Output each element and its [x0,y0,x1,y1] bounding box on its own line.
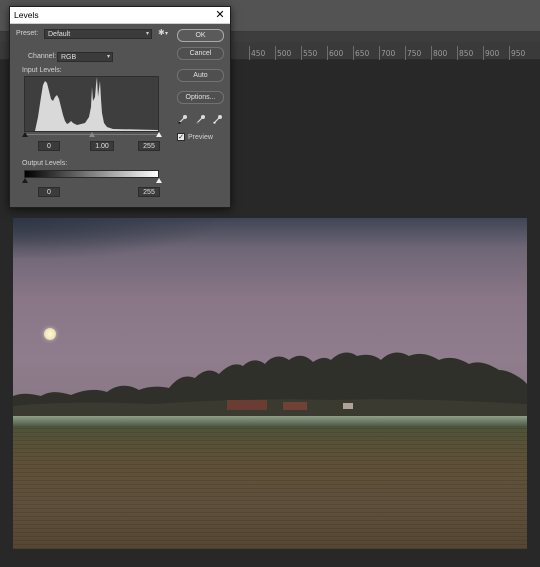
preset-dropdown[interactable]: Default ▾ [44,29,152,39]
ruler-label: 850 [459,49,474,58]
treeline [13,352,527,420]
output-white-field[interactable]: 255 [138,187,160,197]
ruler-tick [301,46,302,60]
close-icon[interactable]: ✕ [214,8,226,21]
ruler-label: 750 [407,49,422,58]
white-eyedropper-icon[interactable] [213,114,223,124]
preset-label: Preset: [16,30,39,37]
levels-dialog: Levels ✕ Preset: Default ▾ ✱ ▾ Channel: … [9,6,231,208]
ruler-tick [327,46,328,60]
ruler-tick [431,46,432,60]
ruler-tick [457,46,458,60]
channel-value: RGB [61,54,77,61]
channel-dropdown[interactable]: RGB ▾ [57,52,113,62]
ruler-label: 450 [251,49,266,58]
ruler-label: 900 [485,49,500,58]
input-white-field[interactable]: 255 [138,141,160,151]
ruler-tick [483,46,484,60]
chevron-down-icon: ▾ [145,31,149,37]
ok-button[interactable]: OK [177,29,224,42]
ruler-label: 800 [433,49,448,58]
black-eyedropper-icon[interactable] [178,114,188,124]
preview-checkbox[interactable]: ✓ [177,133,185,141]
dialog-titlebar[interactable]: Levels ✕ [10,7,230,24]
preview-label: Preview [188,134,213,141]
output-gradient-bar [24,170,159,178]
input-black-handle[interactable] [22,132,28,137]
moon [44,328,56,340]
histogram-graph [25,77,158,131]
options-button[interactable]: Options... [177,91,224,104]
field-strip [13,416,527,426]
gear-icon[interactable]: ✱ [158,28,165,37]
input-gamma-handle[interactable] [89,132,95,137]
plowed-field [13,426,527,549]
ruler-tick [379,46,380,60]
ruler-label: 550 [303,49,318,58]
chevron-down-icon[interactable]: ▾ [165,30,168,37]
output-white-handle[interactable] [156,178,162,183]
ruler-label: 650 [355,49,370,58]
ruler-label: 950 [511,49,526,58]
channel-label: Channel: [28,53,57,60]
histogram [24,76,159,132]
ruler-tick [353,46,354,60]
ruler-label: 600 [329,49,344,58]
output-black-field[interactable]: 0 [38,187,60,197]
ruler-tick [275,46,276,60]
input-gamma-field[interactable]: 1.00 [90,141,114,151]
ruler-tick [509,46,510,60]
input-black-field[interactable]: 0 [38,141,60,151]
ruler-label: 500 [277,49,292,58]
ruler-tick [405,46,406,60]
output-black-handle[interactable] [22,178,28,183]
dialog-title: Levels [14,10,39,20]
sky-shadow [13,218,213,258]
preset-value: Default [48,31,71,38]
cancel-button[interactable]: Cancel [177,47,224,60]
ruler-tick [249,46,250,60]
chevron-down-icon: ▾ [106,54,110,60]
input-levels-label: Input Levels: [22,67,62,74]
document-image[interactable] [13,218,527,549]
gray-eyedropper-icon[interactable] [196,114,206,124]
output-levels-label: Output Levels: [22,160,68,167]
input-white-handle[interactable] [156,132,162,137]
auto-button[interactable]: Auto [177,69,224,82]
ruler-label: 700 [381,49,396,58]
